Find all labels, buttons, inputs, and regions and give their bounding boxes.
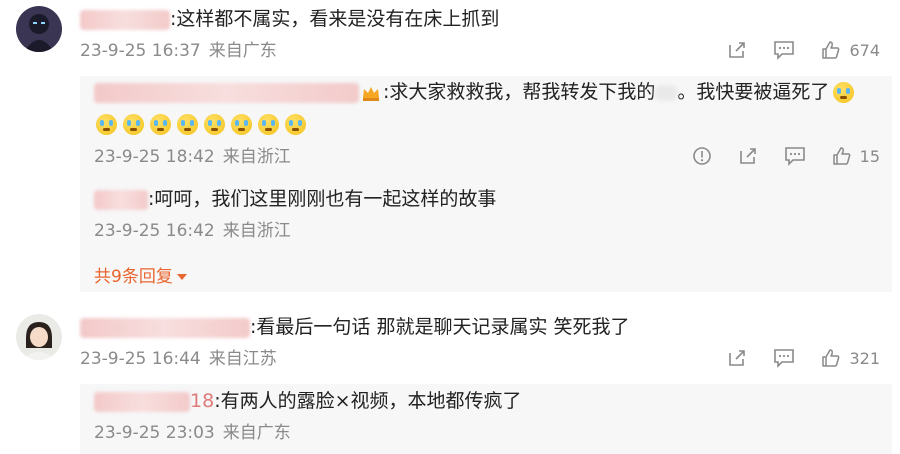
comment-button[interactable]: [773, 40, 795, 60]
timestamp: 23-9-25 18:42: [94, 147, 215, 167]
reply-text-line: 18:有两人的露脸×视频，本地都传疯了: [94, 388, 522, 414]
more-replies-label: 共9条回复: [94, 267, 173, 287]
crying-emoji: [96, 114, 117, 135]
crown-icon: [363, 86, 379, 101]
crying-emoji: [123, 114, 144, 135]
comment-meta: 23-9-25 16:37 来自广东: [80, 40, 277, 62]
report-button[interactable]: [692, 146, 712, 166]
share-icon: [729, 350, 746, 366]
location: 来自广东: [222, 423, 291, 443]
reply-text: :有两人的露脸×视频，本地都传疯了: [214, 390, 522, 412]
share-button[interactable]: [727, 348, 747, 368]
crying-emoji: [150, 114, 171, 135]
comment-actions: 674: [701, 40, 880, 60]
comment-button[interactable]: [784, 146, 806, 166]
like-icon: [822, 349, 840, 367]
emoji-row: [96, 114, 306, 135]
crying-emoji: [177, 114, 198, 135]
comment-text-line: :看最后一句话 那就是聊天记录属实 笑死我了: [80, 314, 629, 340]
comment-actions: 321: [701, 348, 880, 368]
crying-emoji: [204, 114, 225, 135]
share-icon: [729, 42, 746, 58]
timestamp: 23-9-25 16:42: [94, 221, 215, 241]
crying-emoji: [258, 114, 279, 135]
like-button[interactable]: 15: [832, 146, 880, 166]
more-replies-link[interactable]: 共9条回复: [94, 262, 187, 287]
location: 来自江苏: [208, 349, 277, 369]
timestamp: 23-9-25 16:37: [80, 41, 201, 61]
crying-emoji: [285, 114, 306, 135]
username-redacted[interactable]: [80, 9, 170, 30]
username-redacted[interactable]: [94, 189, 148, 210]
like-count: 321: [849, 348, 880, 368]
comment-icon: [774, 41, 795, 60]
reply-text: :求大家救救我，帮我转发下我的: [383, 81, 656, 103]
comment-icon: [774, 349, 795, 368]
avatar[interactable]: [16, 6, 62, 52]
crying-emoji: [231, 114, 252, 135]
username-redacted[interactable]: [94, 82, 359, 103]
like-button[interactable]: 674: [821, 40, 880, 60]
avatar[interactable]: [16, 314, 62, 360]
crying-emoji: [833, 82, 855, 103]
reply-text-end: 。我快要被逼死了: [677, 81, 830, 103]
location: 来自浙江: [222, 221, 291, 241]
reply-actions: 15: [666, 146, 880, 166]
comment-text-line: :这样都不属实，看来是没有在床上抓到: [80, 6, 499, 32]
comment-meta: 23-9-25 16:44 来自江苏: [80, 348, 277, 370]
reply-meta: 23-9-25 16:42 来自浙江: [94, 220, 291, 242]
comment-icon: [784, 147, 805, 166]
like-count: 15: [859, 146, 880, 166]
reply-text: :呵呵，我们这里刚刚也有一起这样的故事: [148, 188, 497, 210]
timestamp: 23-9-25 16:44: [80, 349, 201, 369]
reply-meta: 23-9-25 23:03 来自广东: [94, 422, 291, 444]
caret-down-icon: [176, 274, 187, 280]
like-icon: [832, 147, 851, 165]
like-icon: [822, 41, 840, 59]
like-button[interactable]: 321: [821, 348, 880, 368]
reply-meta: 23-9-25 18:42 来自浙江: [94, 146, 291, 168]
share-button[interactable]: [727, 40, 747, 60]
comment-text: :这样都不属实，看来是没有在床上抓到: [170, 8, 500, 30]
comment-text: :看最后一句话 那就是聊天记录属实 笑死我了: [250, 316, 630, 338]
report-icon: [692, 147, 711, 165]
comment-button[interactable]: [773, 348, 795, 368]
reply-text-line: :求大家救救我，帮我转发下我的 。我快要被逼死了: [94, 79, 855, 105]
username-tail: 18: [190, 390, 215, 412]
like-count: 674: [849, 40, 880, 60]
username-redacted[interactable]: [80, 317, 250, 338]
username-redacted[interactable]: [94, 391, 190, 412]
location: 来自浙江: [222, 147, 291, 167]
reply-text-line: :呵呵，我们这里刚刚也有一起这样的故事: [94, 186, 496, 212]
redacted-text: [655, 84, 678, 101]
timestamp: 23-9-25 23:03: [94, 423, 215, 443]
reply-panel-1: [80, 76, 892, 292]
location: 来自广东: [208, 41, 277, 61]
share-icon: [739, 148, 756, 164]
share-button[interactable]: [738, 146, 758, 166]
